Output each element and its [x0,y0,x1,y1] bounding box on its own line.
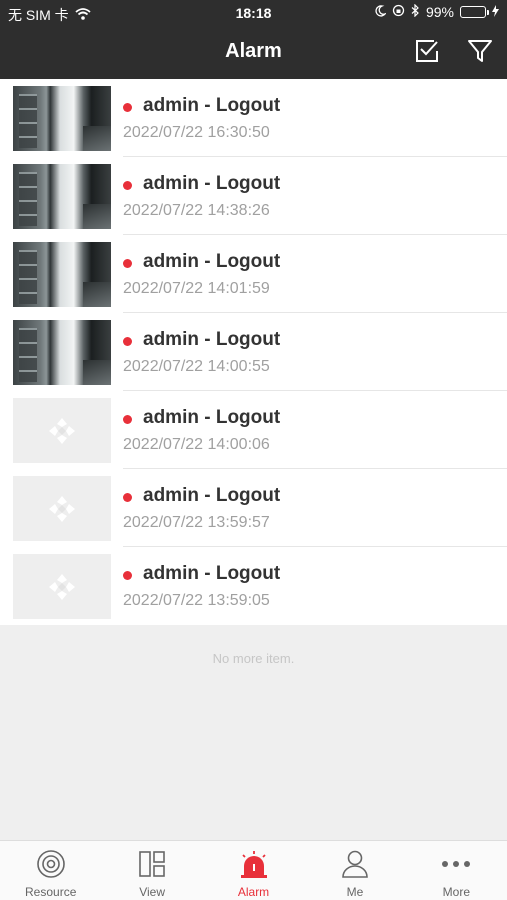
camera-snapshot-thumbnail[interactable] [13,320,111,385]
image-placeholder-icon [13,554,111,619]
person-icon [304,849,405,879]
select-button[interactable] [412,38,442,68]
camera-snapshot-image [13,164,111,229]
battery-icon [460,6,489,18]
alarm-title: admin - Logout [143,407,281,428]
image-placeholder-icon [13,476,111,541]
tab-view[interactable]: View [101,841,202,900]
battery-percent: 99% [425,4,454,20]
alarm-row[interactable]: admin - Logout 2022/07/22 13:59:57 [0,469,507,547]
moon-icon [375,4,387,20]
unread-dot [123,181,132,190]
alarm-icon [203,849,304,879]
alarm-time: 2022/07/22 14:38:26 [123,202,270,219]
camera-snapshot-image [13,320,111,385]
alarm-row[interactable]: admin - Logout 2022/07/22 14:00:06 [0,391,507,469]
unread-dot [123,337,132,346]
camera-snapshot-image [13,86,111,151]
alarm-title: admin - Logout [143,95,281,116]
status-bar: 无 SIM 卡 18:18 99% [0,0,507,28]
alarm-time: 2022/07/22 14:00:06 [123,436,270,453]
alarm-list: admin - Logout 2022/07/22 16:30:50 admin -… [0,79,507,625]
alarm-row[interactable]: admin - Logout 2022/07/22 16:30:50 [0,79,507,157]
alarm-title: admin - Logout [143,251,281,272]
tab-label: Me [346,885,364,899]
unread-dot [123,571,132,580]
tab-resource[interactable]: Resource [0,841,101,900]
charging-icon [492,4,499,20]
camera-snapshot-thumbnail[interactable] [13,164,111,229]
unread-dot [123,493,132,502]
tab-bar: Resource View Alarm Me More [0,840,507,900]
checkbox-icon [414,38,440,69]
thumbnail-placeholder[interactable] [13,398,111,463]
status-right: 99% [375,3,499,20]
top-bar: 无 SIM 卡 18:18 99% Alarm [0,0,507,79]
filter-button[interactable] [465,38,495,68]
list-footer: No more item. [212,651,295,666]
camera-snapshot-thumbnail[interactable] [13,242,111,307]
alarm-row[interactable]: admin - Logout 2022/07/22 13:59:05 [0,547,507,625]
unread-dot [123,415,132,424]
unread-dot [123,103,132,112]
orientation-lock-icon [392,4,405,20]
tab-label: Alarm [237,885,270,899]
alarm-time: 2022/07/22 13:59:05 [123,592,270,609]
alarm-title: admin - Logout [143,563,281,584]
thumbnail-placeholder[interactable] [13,476,111,541]
image-placeholder-icon [13,398,111,463]
alarm-title: admin - Logout [143,485,281,506]
alarm-time: 2022/07/22 16:30:50 [123,124,270,141]
filter-icon [467,38,493,69]
tab-label: View [139,885,165,899]
camera-snapshot-image [13,242,111,307]
tab-more[interactable]: More [406,841,507,900]
alarm-row[interactable]: admin - Logout 2022/07/22 14:38:26 [0,157,507,235]
alarm-title: admin - Logout [143,173,281,194]
more-icon [406,849,507,879]
view-icon [101,849,202,879]
resource-icon [0,849,101,879]
camera-snapshot-thumbnail[interactable] [13,86,111,151]
bluetooth-icon [411,3,420,20]
alarm-row[interactable]: admin - Logout 2022/07/22 14:01:59 [0,235,507,313]
tab-alarm[interactable]: Alarm [203,841,304,900]
alarm-title: admin - Logout [143,329,281,350]
alarm-time: 2022/07/22 14:01:59 [123,280,270,297]
thumbnail-placeholder[interactable] [13,554,111,619]
tab-label: More [442,885,470,899]
tab-label: Resource [25,885,77,899]
alarm-time: 2022/07/22 14:00:55 [123,358,270,375]
tab-me[interactable]: Me [304,841,405,900]
alarm-row[interactable]: admin - Logout 2022/07/22 14:00:55 [0,313,507,391]
unread-dot [123,259,132,268]
alarm-time: 2022/07/22 13:59:57 [123,514,270,531]
